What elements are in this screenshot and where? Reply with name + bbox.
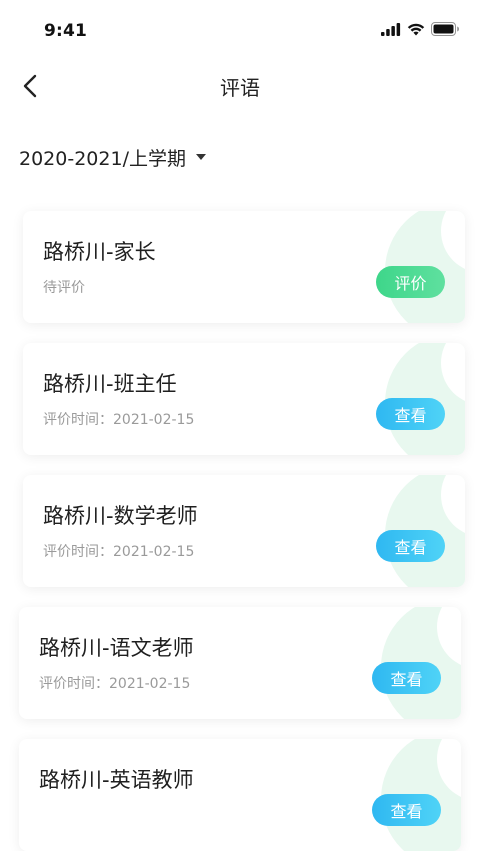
status-bar: 9:41 xyxy=(0,0,480,60)
status-time: 9:41 xyxy=(44,21,88,41)
status-icons xyxy=(381,20,460,38)
evaluate-button[interactable]: 评价 xyxy=(376,266,445,298)
card-status: 待评价 xyxy=(43,280,85,296)
card-title: 路桥川-英语教师 xyxy=(39,768,194,792)
caret-down-icon xyxy=(195,154,206,160)
view-button[interactable]: 查看 xyxy=(372,794,441,826)
card-eval-time: 评价时间：2021-02-15 xyxy=(43,544,195,560)
battery-icon xyxy=(431,22,459,36)
view-button[interactable]: 查看 xyxy=(376,398,445,430)
comment-card-head-teacher[interactable]: 路桥川-班主任 评价时间：2021-02-15 查看 xyxy=(23,343,465,455)
comment-card-parent[interactable]: 路桥川-家长 待评价 评价 xyxy=(23,211,465,323)
signal-icon xyxy=(381,22,401,36)
card-title: 路桥川-家长 xyxy=(43,240,156,264)
view-button[interactable]: 查看 xyxy=(376,530,445,562)
semester-dropdown[interactable]: 2020-2021/上学期 xyxy=(19,142,206,172)
comment-card-chinese-teacher[interactable]: 路桥川-语文老师 评价时间：2021-02-15 查看 xyxy=(19,607,461,719)
card-title: 路桥川-语文老师 xyxy=(39,636,194,660)
card-eval-time: 评价时间：2021-02-15 xyxy=(39,676,191,692)
card-eval-time: 评价时间：2021-02-15 xyxy=(43,412,195,428)
view-button[interactable]: 查看 xyxy=(372,662,441,694)
nav-bar: 评语 xyxy=(0,60,480,112)
page-title: 评语 xyxy=(220,76,260,100)
semester-label: 2020-2021/上学期 xyxy=(19,147,186,170)
comment-card-english-teacher[interactable]: 路桥川-英语教师 查看 xyxy=(19,739,461,851)
comment-card-math-teacher[interactable]: 路桥川-数学老师 评价时间：2021-02-15 查看 xyxy=(23,475,465,587)
card-title: 路桥川-数学老师 xyxy=(43,504,198,528)
card-title: 路桥川-班主任 xyxy=(43,372,177,396)
wifi-icon xyxy=(407,23,425,35)
